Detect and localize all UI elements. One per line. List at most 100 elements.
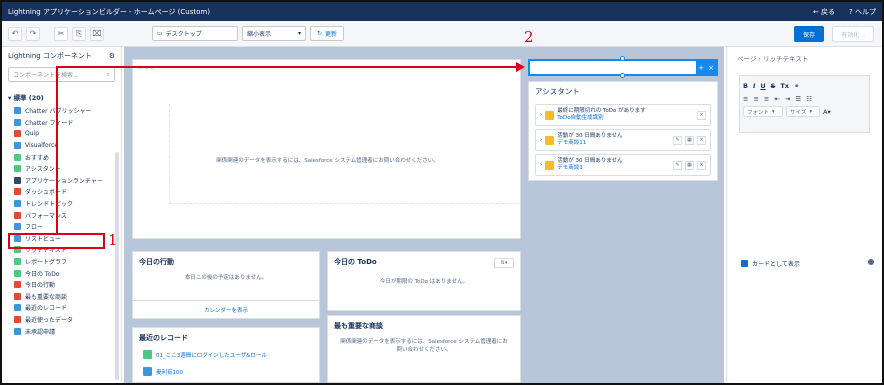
task-icon	[545, 135, 555, 145]
performance-card[interactable]: ▪ ▪ ▪ 関係関連のデータを表示するには、Salesforce システム管理者…	[132, 59, 521, 239]
drop-handle-top[interactable]	[620, 56, 625, 61]
desktop-icon: ▭	[157, 30, 163, 37]
underline-icon[interactable]: U	[760, 82, 765, 90]
assistant-link[interactable]: ToDo自動生成識別	[557, 115, 603, 121]
device-select[interactable]: ▭ デスクトップ	[152, 26, 238, 41]
component-label: Quip	[25, 130, 40, 138]
clear-format-icon[interactable]: Tx	[780, 82, 789, 90]
today-todo-card[interactable]: 今日の ToDo ⇅▾ 今日が期限の ToDo はありません。	[327, 251, 521, 311]
components-title: Lightning コンポーネント	[8, 52, 92, 60]
delete-icon[interactable]: ⌧	[90, 26, 104, 41]
assistant-item[interactable]: › 最終に期限切れの ToDo があります ToDo自動生成識別 ×	[535, 104, 711, 126]
component-label: Chatter パブリッシャー	[25, 108, 92, 116]
numbered-list-icon[interactable]: ☷	[806, 95, 812, 103]
today-todo-title: 今日の ToDo	[334, 258, 377, 266]
settings-icon[interactable]: ⚙	[109, 52, 115, 60]
italic-icon[interactable]: I	[753, 82, 755, 90]
component-label: パフォーマンス	[25, 212, 67, 220]
component-item[interactable]: 今日の行動	[2, 279, 121, 291]
component-item[interactable]: トレンドトピック	[2, 198, 121, 210]
chevron-right-icon[interactable]: ›	[540, 112, 542, 118]
component-icon	[14, 304, 21, 312]
component-item[interactable]: Chatter フィード	[2, 117, 121, 129]
component-item[interactable]: 最近のレコード	[2, 302, 121, 314]
component-icon	[14, 188, 21, 196]
refresh-button[interactable]: ↻ 更新	[310, 26, 345, 41]
align-right-icon[interactable]: ≡	[764, 95, 769, 103]
scrollbar[interactable]	[115, 152, 119, 380]
assistant-link[interactable]: デモ商談11	[557, 140, 586, 146]
component-item[interactable]: ダッシュボード	[2, 186, 121, 198]
component-item[interactable]: 未承認申請	[2, 325, 121, 337]
component-item[interactable]: おすすめ	[2, 151, 121, 163]
recent-records-card[interactable]: 最近のレコード 01_ここ3週間にログインしたユーザ&ロール 妻利有100	[132, 327, 320, 383]
calendar-icon[interactable]: ▦	[685, 160, 694, 170]
assistant-item[interactable]: › 活動が 30 日間ありません デモ商談11 ✎ ▦ ×	[535, 129, 711, 151]
view-select[interactable]: 縮小表示 ▾	[242, 26, 306, 41]
filter-dropdown[interactable]: ⇅▾	[494, 258, 514, 268]
undo-icon[interactable]: ↶	[8, 26, 22, 41]
save-button[interactable]: 保存	[793, 26, 824, 42]
drop-handle-bottom[interactable]	[620, 73, 625, 78]
top-deals-card[interactable]: 最も重要な商談 関係関連のデータを表示するには、Salesforce システム管…	[327, 315, 521, 383]
component-label: ダッシュボード	[25, 189, 68, 197]
component-item[interactable]: Visualforce	[2, 140, 121, 152]
font-select[interactable]: フォント ▾	[743, 106, 783, 117]
indent-icon[interactable]: ⇥	[785, 95, 790, 103]
chevron-right-icon[interactable]: ›	[540, 162, 542, 168]
strikethrough-icon[interactable]: S	[771, 82, 776, 90]
link-icon[interactable]: ⚭	[794, 82, 799, 90]
component-item[interactable]: パフォーマンス	[2, 209, 121, 221]
activate-button[interactable]: 有効化...	[832, 26, 874, 42]
view-calendar-link[interactable]: カレンダーを表示	[133, 300, 319, 318]
breadcrumb[interactable]: ページ › リッチテキスト	[727, 47, 882, 69]
component-item[interactable]: 最近使ったデータ	[2, 314, 121, 326]
component-item[interactable]: 最も重要な商談	[2, 291, 121, 303]
component-item[interactable]: 今日の ToDo	[2, 267, 121, 279]
assistant-item[interactable]: › 活動が 30 日間ありません デモ商談3 ✎ ▦ ×	[535, 154, 711, 176]
standard-section-header[interactable]: ▾ 標準 (20)	[2, 84, 121, 105]
help-link[interactable]: ? ヘルプ	[849, 7, 876, 17]
outdent-icon[interactable]: ⇤	[774, 95, 779, 103]
new-task-icon[interactable]: ✎	[673, 160, 682, 170]
align-left-icon[interactable]: ≡	[743, 95, 748, 103]
back-link[interactable]: ← 戻る	[813, 7, 835, 17]
list-item[interactable]: 妻利有100	[133, 361, 319, 382]
close-icon[interactable]: ×	[697, 160, 706, 170]
info-icon[interactable]	[868, 259, 874, 265]
add-icon[interactable]: +	[698, 64, 704, 72]
new-task-icon[interactable]: ✎	[673, 135, 682, 145]
calendar-icon[interactable]: ▦	[685, 135, 694, 145]
show-as-card-checkbox[interactable]: カードとして表示	[741, 259, 800, 268]
component-search-input[interactable]: コンポーネントを検索... ⌕	[8, 67, 115, 82]
component-item[interactable]: フロー	[2, 221, 121, 233]
component-item[interactable]: レポートグラフ	[2, 256, 121, 268]
component-item[interactable]: Quip	[2, 128, 121, 140]
assistant-list: › 最終に期限切れの ToDo があります ToDo自動生成識別 × › 活動が 30 日…	[529, 104, 717, 176]
component-label: 今日の ToDo	[25, 270, 60, 278]
align-center-icon[interactable]: ≡	[753, 95, 758, 103]
close-icon[interactable]: ×	[697, 135, 706, 145]
bold-icon[interactable]: B	[743, 82, 748, 90]
redo-icon[interactable]: ↷	[26, 26, 40, 41]
component-item[interactable]: アシスタント	[2, 163, 121, 175]
annotation-arrow-vertical	[56, 66, 58, 234]
copy-icon[interactable]: ⎘	[72, 26, 86, 41]
assistant-card[interactable]: アシスタント › 最終に期限切れの ToDo があります ToDo自動生成識別 × › 活…	[528, 81, 718, 181]
list-item[interactable]: 01_ここ3週間にログインしたユーザ&ロール	[133, 348, 319, 361]
today-events-title: 今日の行動	[139, 258, 174, 266]
assistant-title: アシスタント	[535, 87, 580, 96]
close-icon[interactable]: ×	[708, 64, 714, 72]
performance-message: 関係関連のデータを表示するには、Salesforce システム管理者にお問い合わ…	[216, 158, 439, 164]
chevron-right-icon[interactable]: ›	[540, 137, 542, 143]
text-color-icon[interactable]: A▾	[823, 108, 831, 116]
component-item[interactable]: アプリケーションランチャー	[2, 175, 121, 187]
search-icon: ⌕	[106, 70, 110, 78]
assistant-link[interactable]: デモ商談3	[557, 165, 583, 171]
today-events-card[interactable]: 今日の行動 本日この後の予定はありません。 カレンダーを表示	[132, 251, 320, 319]
component-item[interactable]: Chatter パブリッシャー	[2, 105, 121, 117]
size-select[interactable]: サイズ ▾	[786, 106, 820, 117]
close-icon[interactable]: ×	[697, 110, 706, 120]
cut-icon[interactable]: ✂	[54, 26, 68, 41]
bullet-list-icon[interactable]: ☰	[795, 95, 801, 103]
